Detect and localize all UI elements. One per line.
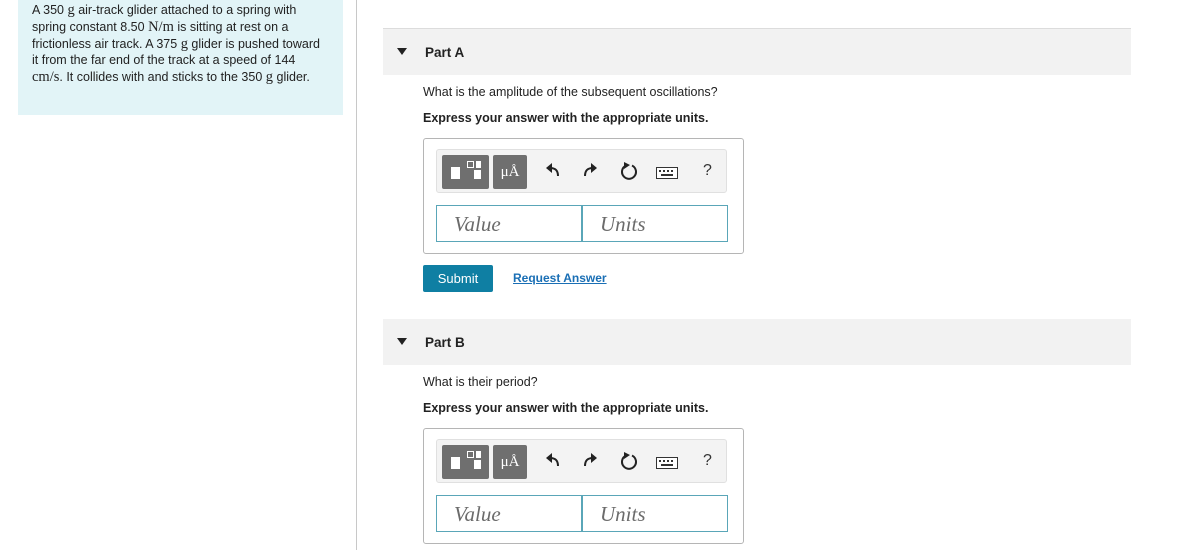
units-symbol-button[interactable]: μÅ <box>493 155 527 189</box>
unit-symbol: g <box>265 69 274 86</box>
help-icon[interactable]: ? <box>703 452 712 470</box>
template-icon-part <box>467 161 474 168</box>
unit-symbol: g <box>180 35 188 52</box>
collapse-triangle-icon[interactable] <box>397 48 407 55</box>
collapse-triangle-icon[interactable] <box>397 338 407 345</box>
keyboard-icon[interactable] <box>656 457 678 469</box>
keyboard-icon[interactable] <box>656 167 678 179</box>
problem-statement: A 350 g air-track glider attached to a s… <box>18 0 343 115</box>
answer-box: μÅ ? Value Units <box>423 428 744 544</box>
template-icon-part <box>476 161 481 168</box>
column-divider <box>356 0 357 550</box>
math-toolbar: μÅ ? <box>436 439 727 483</box>
template-icon-part <box>474 170 481 179</box>
template-icon <box>451 167 460 179</box>
template-icon <box>451 457 460 469</box>
units-input[interactable]: Units <box>582 205 728 242</box>
reset-icon[interactable] <box>620 452 638 470</box>
unit-symbol: N/m <box>148 18 174 35</box>
template-icon-part <box>467 451 474 458</box>
template-icon-part <box>474 460 481 469</box>
part-title: Part B <box>425 335 465 350</box>
redo-icon[interactable] <box>582 162 598 180</box>
answer-box: μÅ ? Value Units <box>423 138 744 254</box>
unit-symbol: cm/s <box>32 69 60 86</box>
submit-button[interactable]: Submit <box>423 265 493 292</box>
undo-icon[interactable] <box>545 162 561 180</box>
help-icon[interactable]: ? <box>703 162 712 180</box>
request-answer-link[interactable]: Request Answer <box>513 271 607 285</box>
part-title: Part A <box>425 45 465 60</box>
problem-text: glider. <box>276 70 310 85</box>
unit-symbol: g <box>67 2 75 18</box>
instruction-text: Express your answer with the appropriate… <box>423 111 709 125</box>
question-text: What is the amplitude of the subsequent … <box>423 85 718 99</box>
units-symbol-button[interactable]: μÅ <box>493 445 527 479</box>
template-button[interactable] <box>442 445 489 479</box>
undo-icon[interactable] <box>545 452 561 470</box>
value-input[interactable]: Value <box>436 495 582 532</box>
math-toolbar: μÅ ? <box>436 149 727 193</box>
part-b-header[interactable]: Part B <box>383 319 1131 365</box>
redo-icon[interactable] <box>582 452 598 470</box>
template-icon-part <box>476 451 481 458</box>
reset-icon[interactable] <box>620 162 638 180</box>
part-a-header[interactable]: Part A <box>383 29 1131 75</box>
problem-text: A 350 <box>32 3 64 17</box>
problem-text: . It collides with and sticks to the 350 <box>59 70 263 85</box>
template-button[interactable] <box>442 155 489 189</box>
instruction-text: Express your answer with the appropriate… <box>423 401 709 415</box>
units-input[interactable]: Units <box>582 495 728 532</box>
value-input[interactable]: Value <box>436 205 582 242</box>
question-text: What is their period? <box>423 375 538 389</box>
